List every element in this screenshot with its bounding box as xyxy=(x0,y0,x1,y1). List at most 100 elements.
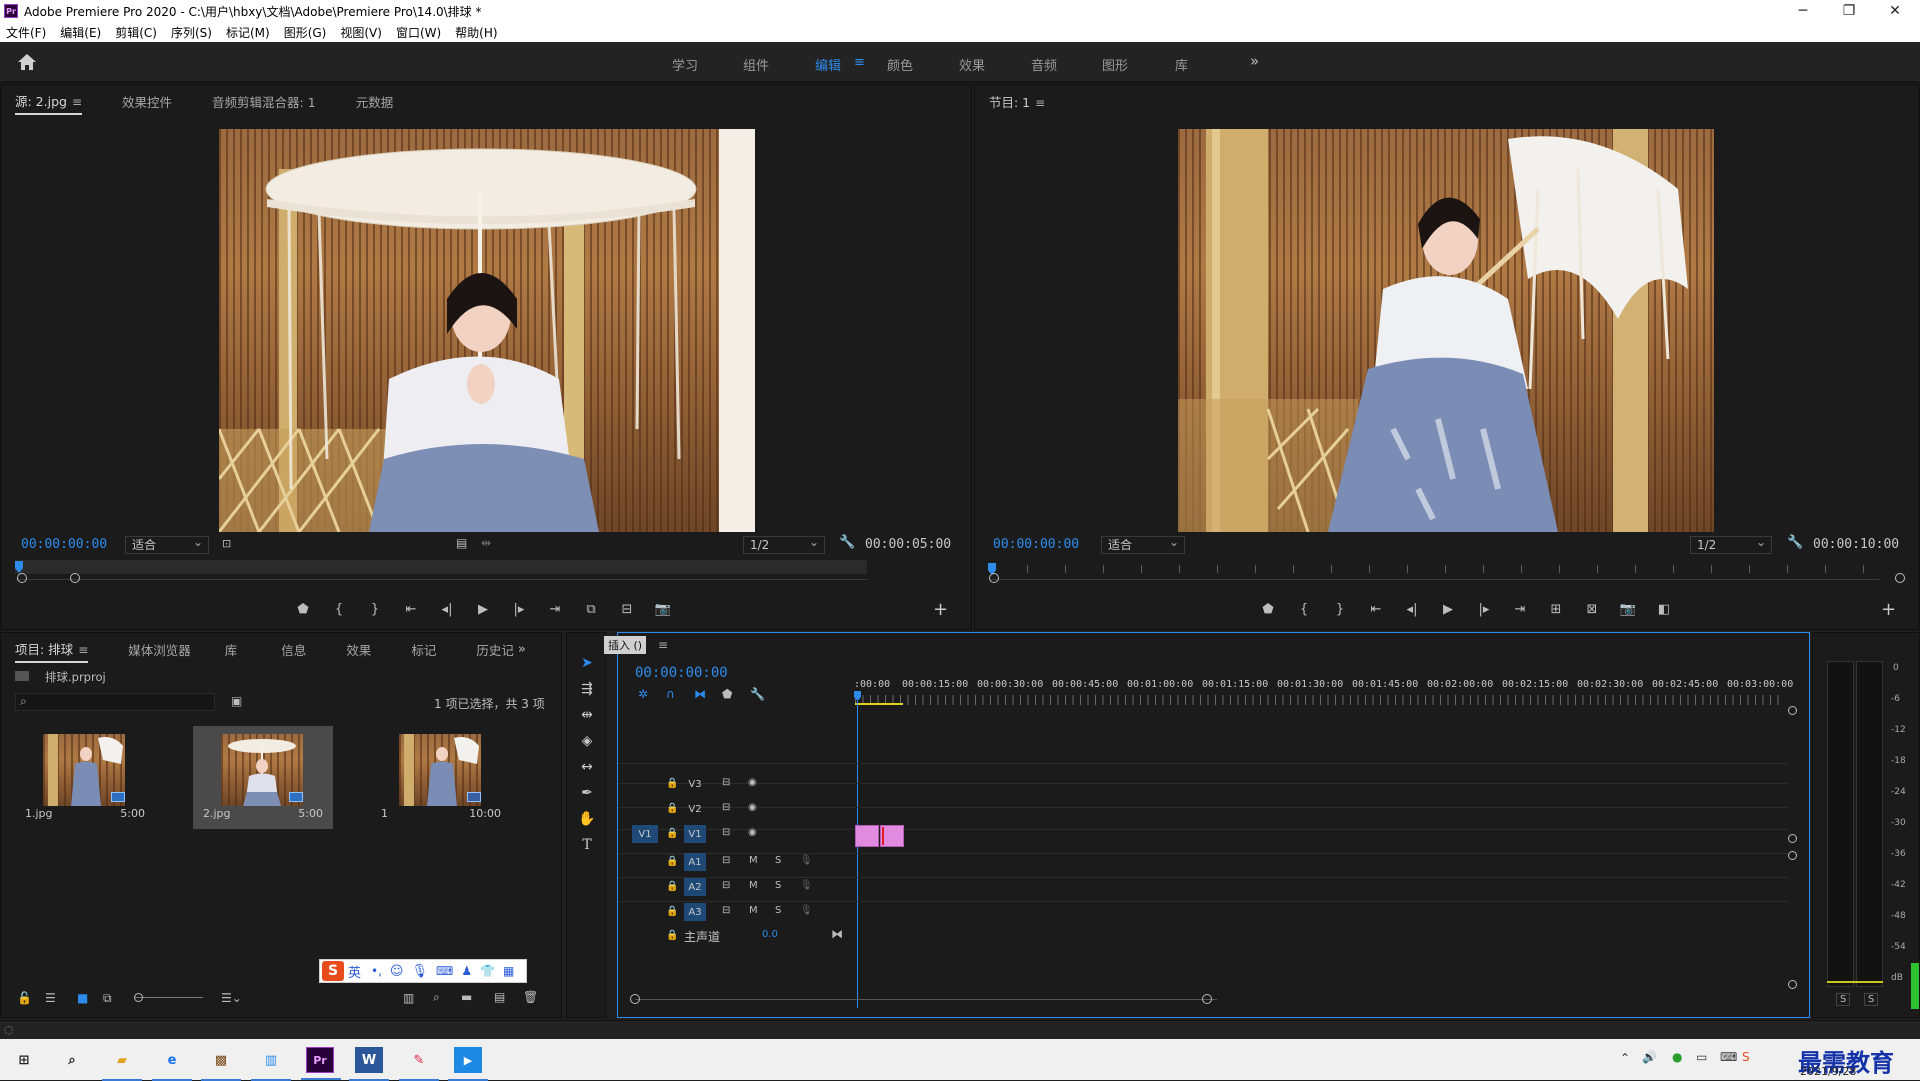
sogou-tray-icon[interactable]: S xyxy=(1742,1050,1750,1064)
audio-scroll-handle-bottom[interactable] xyxy=(1788,980,1797,989)
menu-file[interactable]: 文件(F) xyxy=(6,24,46,41)
project-item[interactable]: 2.jpg 5:00 xyxy=(193,726,333,829)
source-drag-audio-icon[interactable]: ⇹ xyxy=(481,536,491,550)
export-frame-icon[interactable]: 📷 xyxy=(649,597,677,621)
video-scroll-handle-bottom[interactable] xyxy=(1788,834,1797,843)
workspace-color[interactable]: 颜色 xyxy=(887,55,913,74)
tab-project[interactable]: 项目: 排球 ≡ xyxy=(15,639,89,663)
voiceover-mic-icon[interactable]: 🎙 xyxy=(800,855,813,866)
track-select-tool-icon[interactable]: ⇶ xyxy=(577,679,597,699)
maximize-icon[interactable]: ❐ xyxy=(1826,0,1872,22)
track-lock-icon[interactable]: 🔒 xyxy=(666,930,678,941)
find-icon[interactable]: ⌕ xyxy=(433,990,440,1005)
program-timecode[interactable]: 00:00:00:00 xyxy=(993,537,1079,552)
automate-to-sequence-icon[interactable]: ▥ xyxy=(403,991,414,1005)
step-forward-icon[interactable]: |▸ xyxy=(505,597,533,621)
program-button-editor-icon[interactable]: + xyxy=(1881,599,1896,620)
timeline-timecode[interactable]: 00:00:00:00 xyxy=(635,665,728,681)
program-play-icon[interactable]: ▶ xyxy=(1434,597,1462,621)
tab-effect-controls[interactable]: 效果控件 xyxy=(122,92,172,111)
track-label-a3[interactable]: A3 xyxy=(684,903,706,921)
sync-lock-icon[interactable]: ⊟ xyxy=(722,827,730,838)
source-timecode[interactable]: 00:00:00:00 xyxy=(21,537,107,552)
source-patch-v1[interactable]: V1 xyxy=(632,825,658,843)
user-icon[interactable]: ♟ xyxy=(461,964,472,978)
new-bin-icon[interactable]: ▬ xyxy=(461,990,472,1004)
media-app-icon[interactable]: ▥ xyxy=(251,1047,291,1081)
program-time-ruler[interactable] xyxy=(989,565,1879,573)
new-item-icon[interactable]: ▤ xyxy=(494,990,505,1004)
tab-markers[interactable]: 标记 xyxy=(411,640,436,659)
menu-clip[interactable]: 剪辑(C) xyxy=(115,24,157,41)
premiere-taskbar-icon[interactable]: Pr xyxy=(301,1047,341,1080)
timeline-tab[interactable]: 插入 () xyxy=(604,636,647,654)
work-area-bar[interactable] xyxy=(855,703,903,705)
source-safe-margins-icon[interactable]: ⊡ xyxy=(222,537,231,550)
timeline-menu-icon[interactable]: ≡ xyxy=(658,638,668,652)
keyboard-tray-icon[interactable]: ⌨ xyxy=(1720,1050,1737,1064)
project-search-input[interactable]: ⌕ xyxy=(15,693,215,711)
sync-lock-icon[interactable]: ⊟ xyxy=(722,855,730,866)
slip-tool-icon[interactable]: ↔ xyxy=(577,757,597,777)
go-to-in-icon[interactable]: ⇤ xyxy=(397,597,425,621)
overwrite-icon[interactable]: ⊟ xyxy=(613,597,641,621)
track-lock-icon[interactable]: 🔒 xyxy=(666,778,678,789)
extract-icon[interactable]: ⊠ xyxy=(1578,597,1606,621)
workspace-audio[interactable]: 音频 xyxy=(1031,55,1057,74)
source-settings-wrench-icon[interactable]: 🔧 xyxy=(839,535,855,550)
nest-sequences-icon[interactable]: ✲ xyxy=(638,687,648,701)
add-marker-icon[interactable]: ⬟ xyxy=(289,597,317,621)
find-in-folder-icon[interactable]: ▣ xyxy=(231,694,242,708)
go-to-out-icon[interactable]: ⇥ xyxy=(541,597,569,621)
insert-icon[interactable]: ⧉ xyxy=(577,597,605,621)
track-lock-icon[interactable]: 🔒 xyxy=(666,881,678,892)
ime-lang[interactable]: 英 xyxy=(348,962,361,981)
sync-lock-icon[interactable]: ⊟ xyxy=(722,777,730,788)
tab-history[interactable]: 历史记 xyxy=(476,640,514,659)
mute-button[interactable]: M xyxy=(749,855,758,866)
timeline-clip[interactable] xyxy=(855,825,879,847)
word-taskbar-icon[interactable]: W xyxy=(349,1047,389,1081)
program-fit-dropdown[interactable]: 适合 xyxy=(1101,534,1185,554)
program-resolution-dropdown[interactable]: 1/2 xyxy=(1690,534,1772,554)
tab-media-browser[interactable]: 媒体浏览器 xyxy=(128,640,191,659)
program-export-frame-icon[interactable]: 📷 xyxy=(1614,597,1642,621)
keyboard-icon[interactable]: ⌨ xyxy=(436,964,453,978)
security-tray-icon[interactable]: ● xyxy=(1672,1050,1682,1064)
project-item[interactable]: 1 10:00 xyxy=(371,726,511,829)
solo-right-button[interactable]: S xyxy=(1864,993,1879,1006)
menu-markers[interactable]: 标记(M) xyxy=(226,24,270,41)
tab-effects[interactable]: 效果 xyxy=(346,640,371,659)
razor-tool-icon[interactable]: ◈ xyxy=(577,731,597,751)
source-resolution-dropdown[interactable]: 1/2 xyxy=(743,534,825,554)
track-label-v3[interactable]: V3 xyxy=(684,775,706,793)
solo-button[interactable]: S xyxy=(775,880,781,891)
menu-help[interactable]: 帮助(H) xyxy=(455,24,497,41)
program-go-to-out-icon[interactable]: ⇥ xyxy=(1506,597,1534,621)
step-back-icon[interactable]: ◂| xyxy=(433,597,461,621)
icon-view-icon[interactable]: ■ xyxy=(77,991,88,1005)
source-scrubber[interactable] xyxy=(15,560,867,574)
eye-icon[interactable]: ◉ xyxy=(748,802,757,813)
track-label-a1[interactable]: A1 xyxy=(684,853,706,871)
list-view-icon[interactable]: ☰ xyxy=(45,991,56,1005)
hand-tool-icon[interactable]: ✋ xyxy=(577,809,597,829)
edge-browser-icon[interactable]: e xyxy=(152,1047,192,1081)
ime-toolbar[interactable]: S 英 •, ☺ 🎙 ⌨ ♟ 👕 ▦ xyxy=(319,959,527,983)
tab-info[interactable]: 信息 xyxy=(281,640,306,659)
voice-icon[interactable]: 🎙 xyxy=(411,964,428,979)
clear-trash-icon[interactable]: 🗑 xyxy=(523,990,538,1004)
volume-tray-icon[interactable]: 🔊 xyxy=(1642,1050,1657,1064)
timeline-zoom-bar[interactable] xyxy=(635,999,1217,1000)
snap-icon[interactable]: ∩ xyxy=(666,687,675,701)
source-drag-video-icon[interactable]: ▤ xyxy=(456,536,467,550)
go-to-end-icon[interactable]: ⧓ xyxy=(831,927,843,941)
source-fit-dropdown[interactable]: 适合 xyxy=(125,534,209,554)
tab-libraries[interactable]: 库 xyxy=(225,640,238,659)
solo-left-button[interactable]: S xyxy=(1836,993,1851,1006)
play-icon[interactable]: ▶ xyxy=(469,597,497,621)
program-settings-wrench-icon[interactable]: 🔧 xyxy=(1787,535,1803,550)
solo-button[interactable]: S xyxy=(775,855,781,866)
program-step-back-icon[interactable]: ◂| xyxy=(1398,597,1426,621)
mute-button[interactable]: M xyxy=(749,905,758,916)
